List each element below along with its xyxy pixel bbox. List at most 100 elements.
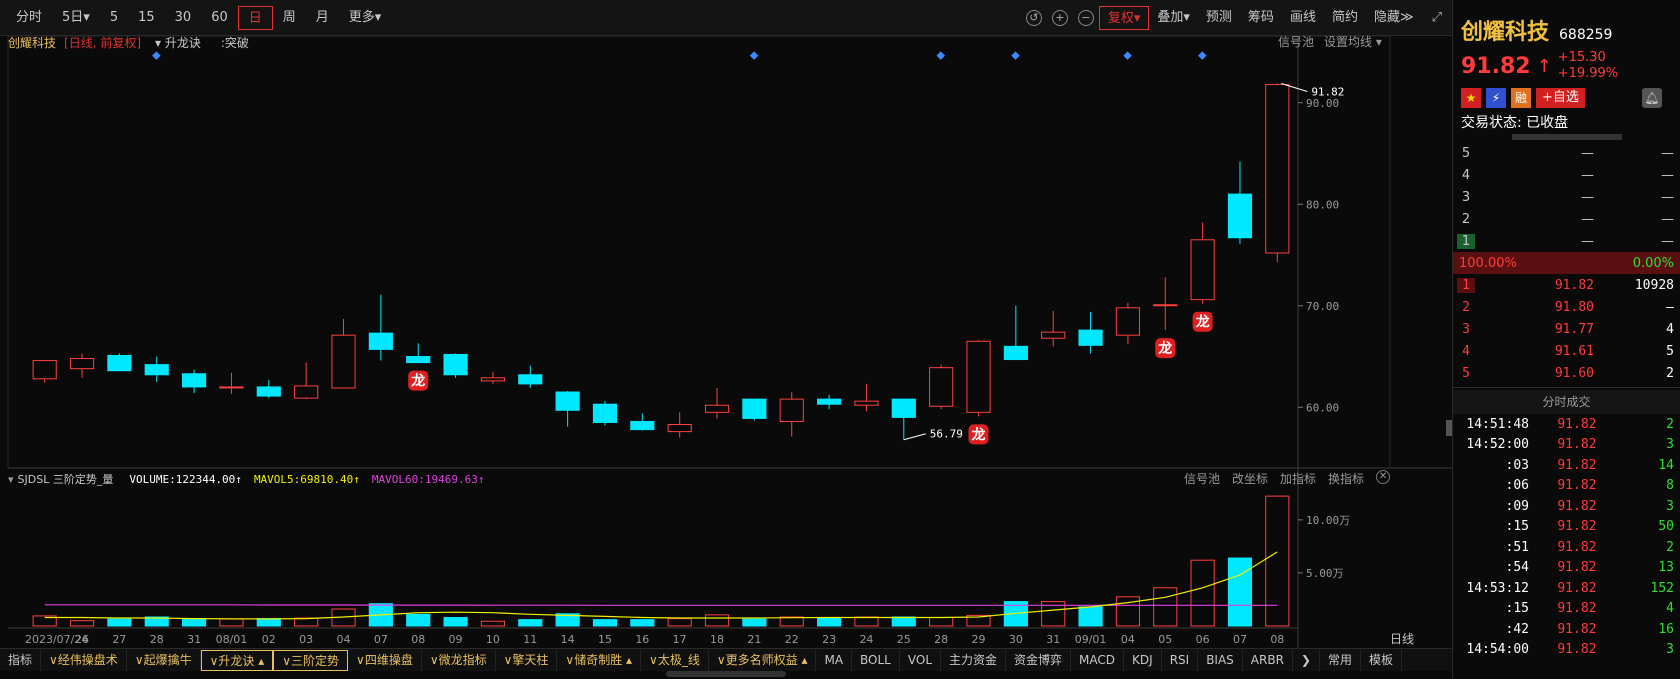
period-tab-5[interactable]: 60 <box>201 6 238 30</box>
bottom-tab-4[interactable]: ∨三阶定势 <box>273 649 349 671</box>
tick-volume: 16 <box>1658 621 1674 637</box>
volume-bar <box>1153 587 1178 627</box>
period-tab-9[interactable]: 更多▾ <box>339 6 392 30</box>
bottom-tab-0[interactable]: 指标 <box>0 649 42 671</box>
bottom-tab-12[interactable]: BOLL <box>852 649 900 671</box>
date-tick-label: 10 <box>486 633 500 646</box>
tick-volume: 3 <box>1666 498 1674 514</box>
bottom-tab-3[interactable]: ∨升龙诀 ▴ <box>200 649 274 671</box>
date-tick-label: 29 <box>972 633 986 646</box>
lightning-icon[interactable]: ⚡ <box>1486 88 1506 108</box>
add-indicator-link[interactable]: 加指标 <box>1280 470 1316 487</box>
bell-icon[interactable]: 🔔︎ <box>1641 88 1662 108</box>
trade-status: 交易状态: 已收盘 <box>1461 115 1569 131</box>
ask-row[interactable]: 5 — — <box>1453 142 1680 164</box>
period-tab-4[interactable]: 30 <box>165 6 202 30</box>
bid-volume: 4 <box>1666 321 1674 337</box>
zoom-in-icon[interactable]: + <box>1051 9 1068 26</box>
bottom-tab-9[interactable]: ∨太极_线 <box>641 649 709 671</box>
date-tick-label: 28 <box>150 633 164 646</box>
ask-volume: — <box>1661 145 1674 161</box>
tick-volume: 13 <box>1658 560 1674 576</box>
bid-row[interactable]: 1 91.82 10928 <box>1453 274 1680 296</box>
bottom-tab-19[interactable]: BIAS <box>1198 649 1243 671</box>
volume-tick-label: 10.00万 <box>1306 514 1350 527</box>
undo-icon[interactable]: ↺ <box>1025 9 1042 26</box>
bottom-tab-20[interactable]: ARBR <box>1243 649 1293 671</box>
switch-indicator-link[interactable]: 换指标 <box>1328 470 1364 487</box>
bottom-tab-1[interactable]: ∨经伟操盘术 <box>41 649 127 671</box>
bottom-tab-10[interactable]: ∨更多名师权益 ▴ <box>709 649 817 671</box>
bid-row[interactable]: 5 91.60 2 <box>1453 362 1680 384</box>
bottom-tab-15[interactable]: 资金博弈 <box>1006 649 1072 671</box>
kline-chart[interactable]: 90.0080.0070.0060.002023/07/2426 27 28 31 08… <box>0 0 1452 679</box>
ask-row[interactable]: 3 — — <box>1453 186 1680 208</box>
indicator-label[interactable]: ▾ 升龙诀 <box>155 34 201 51</box>
collapse-handle[interactable] <box>1511 134 1622 140</box>
bottom-tab-11[interactable]: MA <box>816 649 853 671</box>
bid-row[interactable]: 2 91.80 — <box>1453 296 1680 318</box>
period-tab-0[interactable]: 分时 <box>6 6 52 30</box>
bottom-tab-8[interactable]: ∨储奇制胜 ▴ <box>557 649 642 671</box>
volume-bar <box>1227 557 1253 627</box>
fullscreen-icon[interactable]: ⤢ <box>1422 10 1452 25</box>
tick-volume: 152 <box>1650 580 1674 596</box>
quote-stock-code: 688259 <box>1559 27 1613 43</box>
close-icon[interactable]: ✕ <box>1376 470 1391 484</box>
bottom-tab-18[interactable]: RSI <box>1162 649 1199 671</box>
candle-body <box>630 420 655 431</box>
volume-bar <box>182 618 207 627</box>
add-watchlist-button[interactable]: +自选 <box>1536 88 1585 108</box>
bottom-tab-21[interactable]: ❯ <box>1293 649 1320 671</box>
toolbar-btn-2[interactable]: 预测 <box>1198 6 1240 30</box>
toolbar-btn-4[interactable]: 画线 <box>1282 6 1324 30</box>
period-tab-3[interactable]: 15 <box>128 6 165 30</box>
toolbar-btn-1[interactable]: 叠加▾ <box>1149 6 1198 30</box>
bottom-tab-22[interactable]: 常用 <box>1320 649 1361 671</box>
date-tick-label: 04 <box>337 633 351 646</box>
candle-body <box>1190 239 1215 301</box>
volume-right-menu: 信号池 改坐标 加指标 换指标 ✕ <box>1184 470 1391 487</box>
ask-row[interactable]: 1 — — <box>1453 230 1680 252</box>
period-tab-6[interactable]: 日 <box>237 5 273 30</box>
toolbar-btn-5[interactable]: 简约 <box>1324 6 1366 30</box>
bottom-tab-6[interactable]: ∨微龙指标 <box>422 649 496 671</box>
bottom-tab-16[interactable]: MACD <box>1071 649 1125 671</box>
bottom-tab-2[interactable]: ∨起爆擒牛 <box>127 649 201 671</box>
period-tab-7[interactable]: 周 <box>273 6 306 30</box>
toolbar-btn-3[interactable]: 筹码 <box>1240 6 1282 30</box>
change-axis-link[interactable]: 改坐标 <box>1232 470 1268 487</box>
date-tick-label: 31 <box>187 633 201 646</box>
bid-price: 91.82 <box>1554 277 1594 293</box>
ask-row[interactable]: 2 — — <box>1453 208 1680 230</box>
bottom-tab-23[interactable]: 模板 <box>1361 649 1403 671</box>
period-tab-2[interactable]: 5 <box>100 6 128 30</box>
bottom-tab-17[interactable]: KDJ <box>1124 649 1162 671</box>
bottom-tab-7[interactable]: ∨擎天柱 <box>496 649 558 671</box>
bid-level: 3 <box>1462 321 1470 337</box>
chart-mode-label[interactable]: [日线, 前复权] <box>64 34 141 51</box>
period-tab-8[interactable]: 月 <box>306 6 339 30</box>
bottom-tab-5[interactable]: ∨四维操盘 <box>348 649 422 671</box>
horizontal-scroll-handle[interactable] <box>666 671 786 677</box>
margin-badge[interactable]: 融 <box>1511 88 1531 108</box>
dragon-marker-label: 龙 <box>1157 340 1172 357</box>
period-tab-1[interactable]: 5日▾ <box>52 6 100 30</box>
zoom-out-icon[interactable]: − <box>1077 9 1094 26</box>
date-tick-label: 03 <box>299 633 313 646</box>
set-ma-link[interactable]: 设置均线 ▾ <box>1324 33 1382 50</box>
toolbar-btn-0[interactable]: 复权▾ <box>1098 5 1150 30</box>
bottom-tab-13[interactable]: VOL <box>900 649 942 671</box>
signal-diamond-icon <box>1198 51 1207 60</box>
volume-bar <box>480 620 505 627</box>
bid-row[interactable]: 3 91.77 4 <box>1453 318 1680 340</box>
toolbar-btn-6[interactable]: 隐藏≫ <box>1366 6 1422 30</box>
vol-signal-pool-link[interactable]: 信号池 <box>1184 470 1220 487</box>
tick-row: :03 91.82 14 <box>1453 455 1680 476</box>
bid-row[interactable]: 4 91.61 5 <box>1453 340 1680 362</box>
ask-row[interactable]: 4 — — <box>1453 164 1680 186</box>
volume-indicator-name[interactable]: SJDSL 三阶定势_量 <box>18 471 114 487</box>
bottom-tab-14[interactable]: 主力资金 <box>941 649 1007 671</box>
volume-bar <box>69 620 95 627</box>
signal-pool-link[interactable]: 信号池 <box>1278 33 1314 50</box>
